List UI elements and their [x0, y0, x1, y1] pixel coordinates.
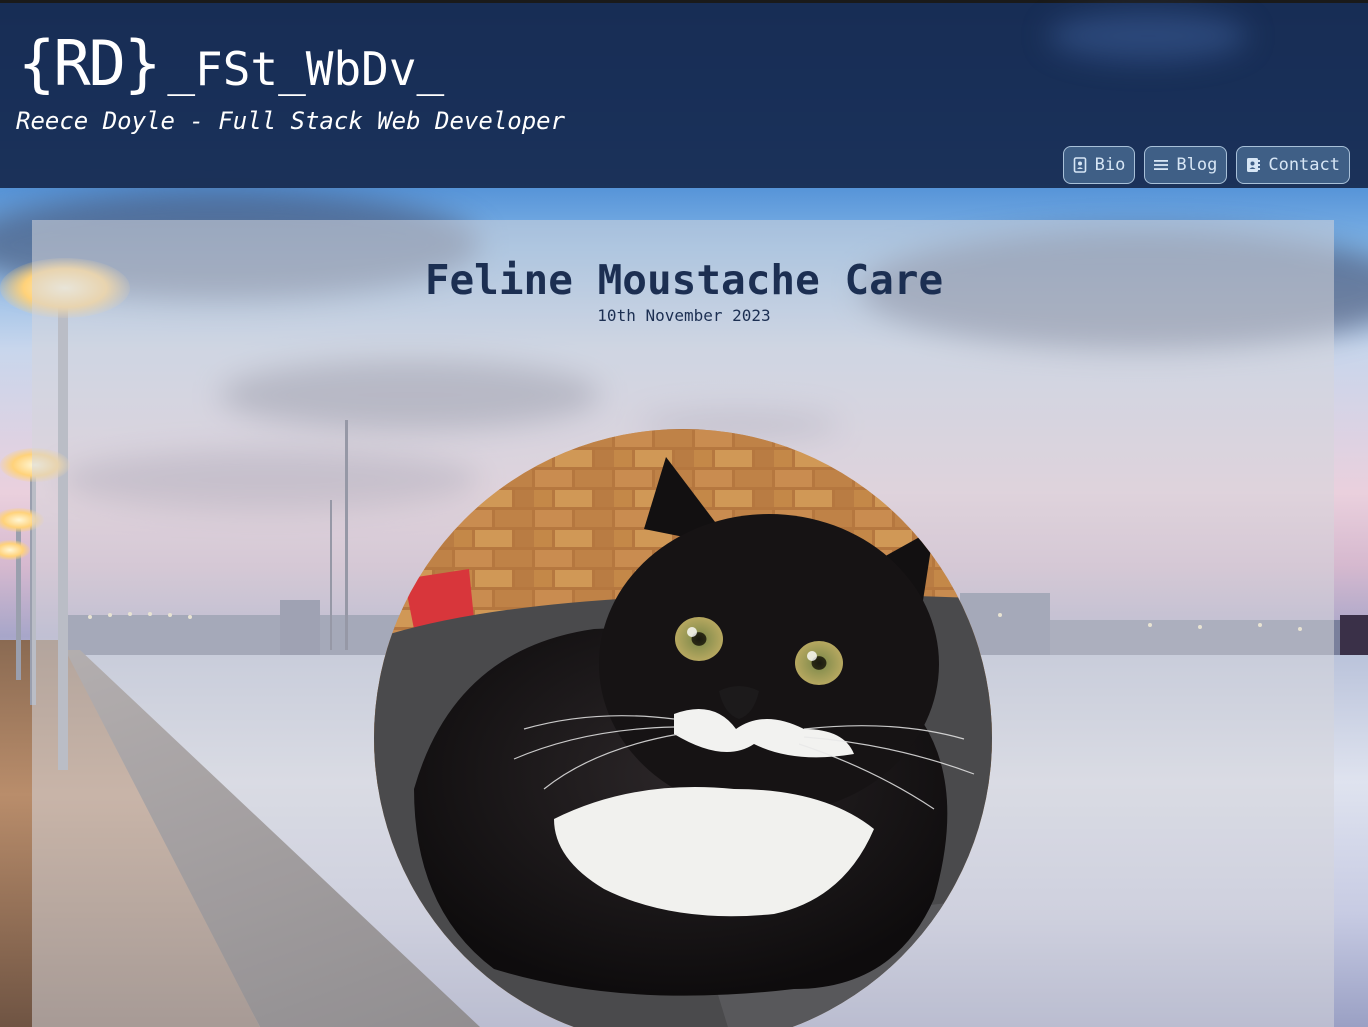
logo-initials: {RD} — [18, 27, 161, 100]
address-book-icon — [1247, 158, 1261, 172]
nav-bio-button[interactable]: Bio — [1062, 146, 1136, 184]
cat-photo-illustration — [374, 429, 992, 1027]
main-nav: Bio Blog Contact — [1062, 146, 1350, 184]
post-title: Feline Moustache Care — [424, 256, 944, 304]
logo-text: _FSt_WbDv_ — [167, 42, 445, 96]
site-tagline: Reece Doyle - Full Stack Web Developer — [16, 107, 566, 135]
post-cat-image — [374, 429, 992, 1027]
list-icon — [1154, 160, 1169, 170]
site-header: {RD} _FSt_WbDv_ Reece Doyle - Full Stack … — [0, 0, 1368, 188]
nav-blog-label: Blog — [1176, 155, 1218, 175]
id-badge-icon — [1073, 157, 1086, 173]
nav-bio-label: Bio — [1094, 155, 1126, 175]
nav-blog-button[interactable]: Blog — [1144, 146, 1228, 184]
site-logo[interactable]: {RD} _FSt_WbDv_ — [18, 27, 444, 100]
post-date: 10th November 2023 — [597, 306, 771, 325]
nav-contact-button[interactable]: Contact — [1236, 146, 1350, 184]
nav-contact-label: Contact — [1268, 155, 1340, 175]
